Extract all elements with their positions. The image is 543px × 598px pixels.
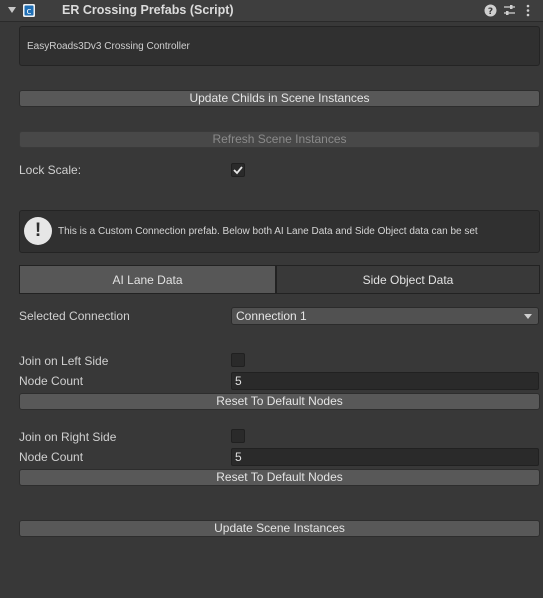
node-count-right-label: Node Count — [19, 450, 84, 464]
update-scene-instances-button[interactable]: Update Scene Instances — [19, 520, 540, 537]
node-count-left-label: Node Count — [19, 374, 84, 388]
tab-ai-lane-data[interactable]: AI Lane Data — [19, 265, 276, 294]
svg-text:c: c — [27, 7, 32, 17]
custom-connection-warning: ! This is a Custom Connection prefab. Be… — [19, 210, 540, 253]
selected-connection-value: Connection 1 — [236, 309, 307, 323]
lock-scale-label: Lock Scale: — [19, 163, 82, 177]
svg-text:?: ? — [488, 7, 493, 17]
info-box: EasyRoads3Dv3 Crossing Controller — [19, 26, 540, 66]
selected-connection-label: Selected Connection — [19, 309, 130, 323]
join-left-side-checkbox[interactable] — [231, 353, 245, 367]
node-count-left-field[interactable]: 5 — [231, 372, 539, 390]
warning-text: This is a Custom Connection prefab. Belo… — [58, 226, 478, 237]
join-left-side-label: Join on Left Side — [19, 354, 109, 368]
component-header[interactable]: c ER Crossing Prefabs (Script) ? — [0, 0, 543, 22]
presets-icon[interactable] — [503, 4, 516, 20]
checkmark-icon — [233, 166, 243, 175]
warning-icon: ! — [24, 217, 52, 245]
dropdown-arrow-icon — [524, 314, 532, 319]
node-count-right-field[interactable]: 5 — [231, 448, 539, 466]
foldout-arrow-icon[interactable] — [6, 4, 18, 19]
reset-left-nodes-button[interactable]: Reset To Default Nodes — [19, 393, 540, 410]
join-right-side-checkbox[interactable] — [231, 429, 245, 443]
tab-side-object-data[interactable]: Side Object Data — [276, 265, 540, 294]
script-icon: c — [22, 3, 37, 21]
lock-scale-checkbox[interactable] — [231, 163, 245, 177]
update-childs-button[interactable]: Update Childs in Scene Instances — [19, 90, 540, 107]
reset-right-nodes-button[interactable]: Reset To Default Nodes — [19, 469, 540, 486]
help-icon[interactable]: ? — [484, 4, 497, 20]
refresh-scene-instances-button[interactable]: Refresh Scene Instances — [19, 131, 540, 148]
kebab-menu-icon[interactable] — [525, 4, 531, 20]
join-right-side-label: Join on Right Side — [19, 430, 117, 444]
info-box-text: EasyRoads3Dv3 Crossing Controller — [27, 41, 190, 52]
component-title: ER Crossing Prefabs (Script) — [62, 3, 234, 17]
selected-connection-dropdown[interactable]: Connection 1 — [231, 307, 539, 325]
